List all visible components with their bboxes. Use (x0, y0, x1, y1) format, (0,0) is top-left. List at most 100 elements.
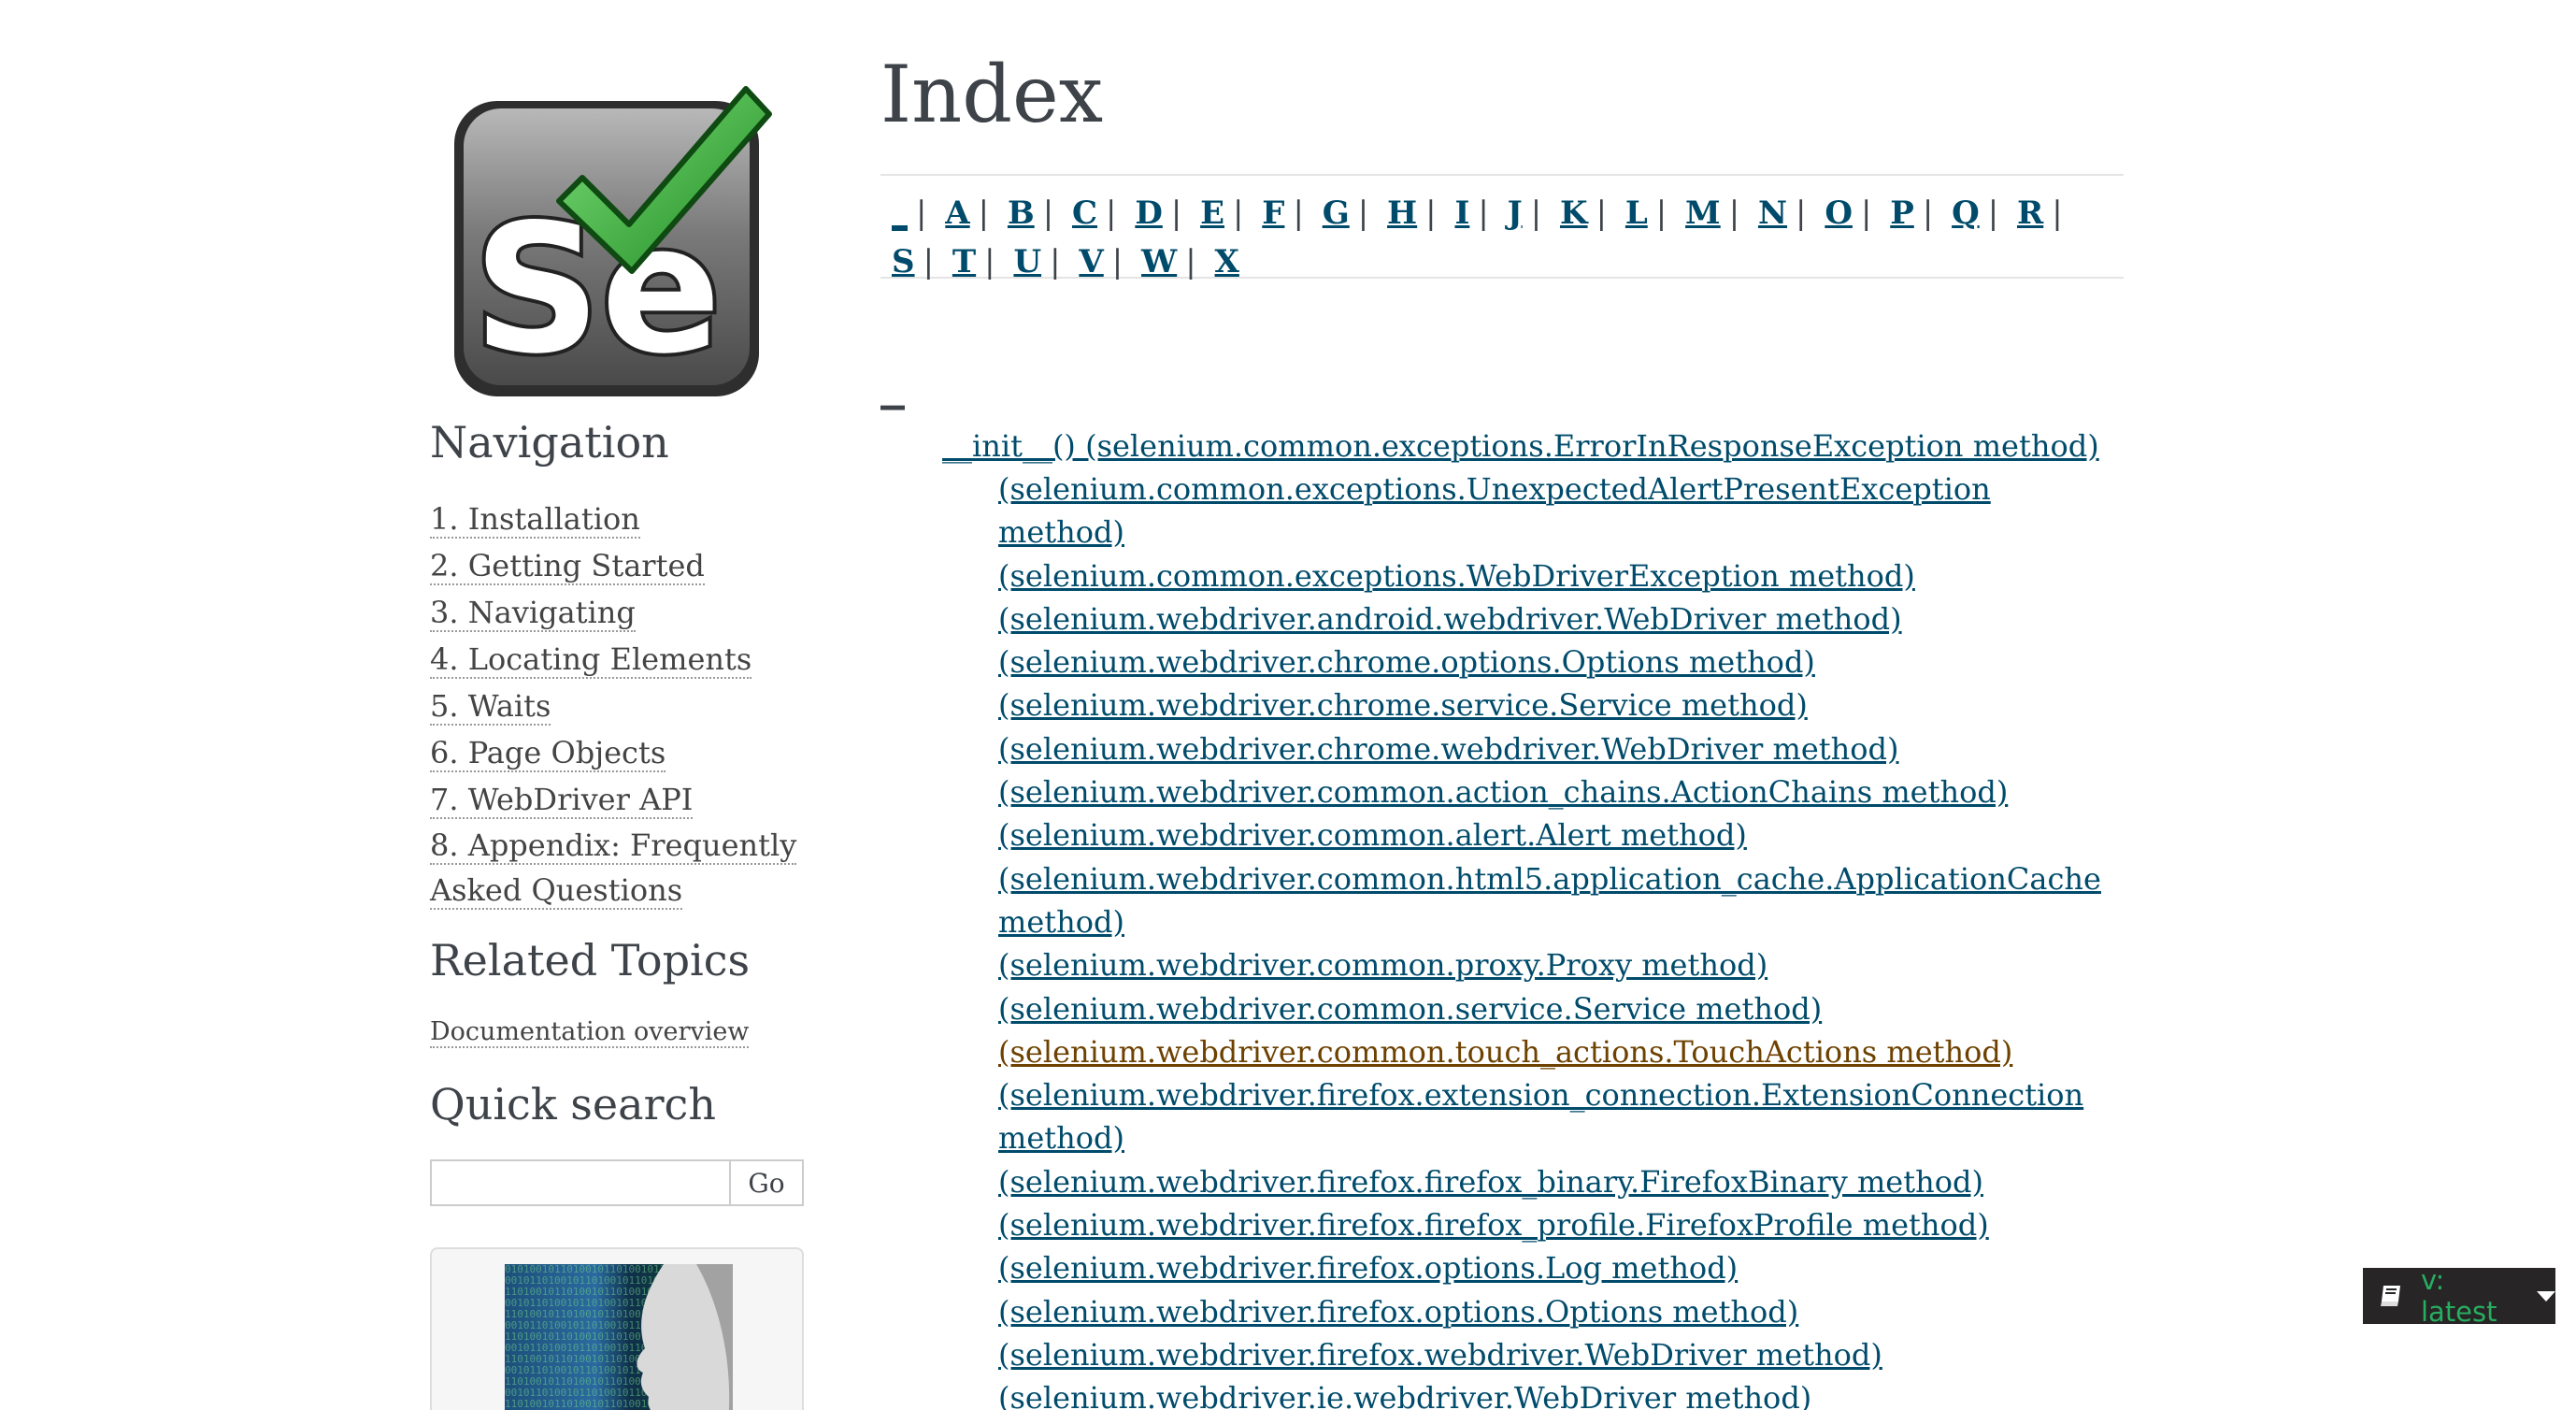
book-icon (2380, 1286, 2400, 1306)
letter-separator: | (1796, 194, 1807, 232)
nav-link-waits[interactable]: 5. Waits (430, 688, 551, 726)
index-entry-link[interactable]: (selenium.webdriver.firefox.webdriver.We… (998, 1337, 1882, 1373)
letter-index-bar: _ | A | B | C | D | E | F | G | H | I | J | K | L | M… (880, 174, 2124, 281)
version-selector[interactable]: v: latest (2363, 1264, 2555, 1328)
letter-link-t[interactable]: T (952, 243, 976, 281)
index-entry: (selenium.webdriver.firefox.options.Log … (998, 1246, 2092, 1289)
index-entry: (selenium.webdriver.firefox.options.Opti… (998, 1290, 2092, 1333)
nav-item-waits: 5. Waits (430, 683, 823, 729)
letter-link-v[interactable]: V (1079, 243, 1103, 281)
index-entry-link[interactable]: (selenium.webdriver.chrome.service.Servi… (998, 687, 1808, 723)
letter-link-i[interactable]: I (1454, 194, 1469, 232)
letter-link-e[interactable]: E (1200, 194, 1224, 232)
letter-link-a[interactable]: A (945, 194, 969, 232)
index-entry-link[interactable]: (selenium.webdriver.android.webdriver.We… (998, 601, 1902, 637)
letter-link-underscore[interactable]: _ (892, 194, 908, 232)
index-entry: (selenium.webdriver.common.proxy.Proxy m… (998, 943, 2092, 986)
nav-item-appendix-faq: 8. Appendix: Frequently Asked Questions (430, 823, 823, 913)
letter-separator: | (1728, 194, 1740, 232)
letter-link-j[interactable]: J (1508, 194, 1523, 232)
index-entry: (selenium.webdriver.common.html5.applica… (998, 857, 2101, 944)
search-input[interactable] (430, 1159, 729, 1206)
letter-separator: | (2052, 194, 2063, 232)
nav-link-page-objects[interactable]: 6. Page Objects (430, 735, 666, 772)
index-entry-link[interactable]: (selenium.webdriver.common.html5.applica… (998, 861, 2101, 940)
index-entry: (selenium.webdriver.common.touch_actions… (998, 1030, 2092, 1073)
index-entry: (selenium.webdriver.firefox.extension_co… (998, 1073, 2092, 1160)
index-entry-link[interactable]: (selenium.webdriver.chrome.options.Optio… (998, 644, 1815, 680)
index-entry: (selenium.webdriver.chrome.webdriver.Web… (998, 727, 2092, 770)
nav-item-locating-elements: 4. Locating Elements (430, 636, 823, 683)
nav-item-getting-started: 2. Getting Started (430, 542, 823, 589)
index-entry-link[interactable]: (selenium.webdriver.firefox.extension_co… (998, 1077, 2083, 1156)
navigation-list: 1. Installation 2. Getting Started 3. Na… (430, 496, 823, 913)
index-entry-link[interactable]: (selenium.common.exceptions.WebDriverExc… (998, 558, 1915, 594)
nav-link-getting-started[interactable]: 2. Getting Started (430, 548, 705, 585)
index-entry-link[interactable]: (selenium.common.exceptions.UnexpectedAl… (998, 471, 1991, 550)
letter-link-f[interactable]: F (1262, 194, 1284, 232)
letter-separator: | (1170, 194, 1182, 232)
ad-image[interactable]: 0101001011010010110100101101001011010010… (505, 1264, 733, 1410)
letter-separator: | (1655, 194, 1667, 232)
index-entry: (selenium.webdriver.chrome.options.Optio… (998, 640, 2092, 683)
letter-separator: | (1106, 194, 1117, 232)
selenium-logo[interactable]: Se (447, 84, 783, 402)
letter-separator: | (1425, 194, 1437, 232)
related-topics: Documentation overview (430, 1017, 750, 1048)
letter-link-g[interactable]: G (1323, 194, 1350, 232)
letter-separator: | (1293, 194, 1304, 232)
caret-down-icon (2537, 1290, 2555, 1302)
letter-link-r[interactable]: R (2017, 194, 2043, 232)
page: Se Navigation 1. Installation 2. Getting… (0, 0, 2576, 1410)
index-entry: (selenium.webdriver.firefox.webdriver.We… (998, 1333, 2092, 1376)
nav-link-appendix-faq[interactable]: 8. Appendix: Frequently Asked Questions (430, 827, 797, 910)
letter-link-m[interactable]: M (1685, 194, 1721, 232)
nav-link-navigating[interactable]: 3. Navigating (430, 595, 636, 632)
letter-link-w[interactable]: W (1141, 243, 1177, 281)
letter-link-h[interactable]: H (1387, 194, 1417, 232)
index-entry: (selenium.common.exceptions.WebDriverExc… (998, 554, 2092, 597)
letter-separator: | (1233, 194, 1244, 232)
related-topics-heading: Related Topics (430, 935, 751, 986)
index-entry-link[interactable]: (selenium.webdriver.common.action_chains… (998, 774, 2008, 810)
index-entry: (selenium.webdriver.firefox.firefox_prof… (998, 1203, 2092, 1246)
index-entry-link[interactable]: __init__() (selenium.common.exceptions.E… (942, 428, 2099, 464)
index-entry-link[interactable]: (selenium.webdriver.firefox.options.Log … (998, 1250, 1738, 1286)
index-entry-link[interactable]: (selenium.webdriver.firefox.firefox_bina… (998, 1164, 1983, 1200)
letter-separator: | (1922, 194, 1934, 232)
ad-card[interactable]: 0101001011010010110100101101001011010010… (430, 1247, 804, 1410)
letter-link-d[interactable]: D (1135, 194, 1162, 232)
index-entry-link[interactable]: (selenium.webdriver.chrome.webdriver.Web… (998, 731, 1898, 767)
index-entry-link[interactable]: (selenium.webdriver.firefox.options.Opti… (998, 1294, 1798, 1330)
index-entry-link[interactable]: (selenium.webdriver.common.service.Servi… (998, 991, 1822, 1027)
letter-link-n[interactable]: N (1758, 194, 1787, 232)
letter-separator: | (1050, 243, 1061, 281)
letter-link-o[interactable]: O (1825, 194, 1853, 232)
letter-link-c[interactable]: C (1072, 194, 1097, 232)
letter-separator: | (1987, 194, 1999, 232)
nav-link-webdriver-api[interactable]: 7. WebDriver API (430, 782, 694, 819)
nav-link-locating-elements[interactable]: 4. Locating Elements (430, 641, 752, 679)
letter-link-b[interactable]: B (1008, 194, 1035, 232)
letter-separator: | (1185, 243, 1196, 281)
letter-link-x[interactable]: X (1215, 243, 1239, 281)
documentation-overview-link[interactable]: Documentation overview (430, 1017, 750, 1048)
letter-link-q[interactable]: Q (1952, 194, 1980, 232)
index-entry-link[interactable]: (selenium.webdriver.common.touch_actions… (998, 1034, 2012, 1070)
index-entry-init: __init__() (selenium.common.exceptions.E… (942, 424, 2099, 468)
index-entry: (selenium.webdriver.common.action_chains… (998, 770, 2092, 813)
index-entry-link[interactable]: (selenium.webdriver.ie.webdriver.WebDriv… (998, 1380, 1811, 1410)
index-entry-link[interactable]: (selenium.webdriver.common.proxy.Proxy m… (998, 947, 1767, 983)
index-entry-link[interactable]: (selenium.webdriver.common.alert.Alert m… (998, 817, 1747, 853)
nav-item-page-objects: 6. Page Objects (430, 729, 823, 776)
letter-link-l[interactable]: L (1625, 194, 1648, 232)
letter-link-u[interactable]: U (1013, 243, 1041, 281)
nav-item-navigating: 3. Navigating (430, 589, 823, 636)
go-button[interactable]: Go (729, 1159, 804, 1206)
letter-link-p[interactable]: P (1890, 194, 1914, 232)
letter-link-k[interactable]: K (1560, 194, 1588, 232)
nav-link-installation[interactable]: 1. Installation (430, 501, 640, 539)
letter-separator: | (916, 194, 927, 232)
index-entry-link[interactable]: (selenium.webdriver.firefox.firefox_prof… (998, 1207, 1989, 1243)
letter-link-s[interactable]: S (892, 243, 915, 281)
